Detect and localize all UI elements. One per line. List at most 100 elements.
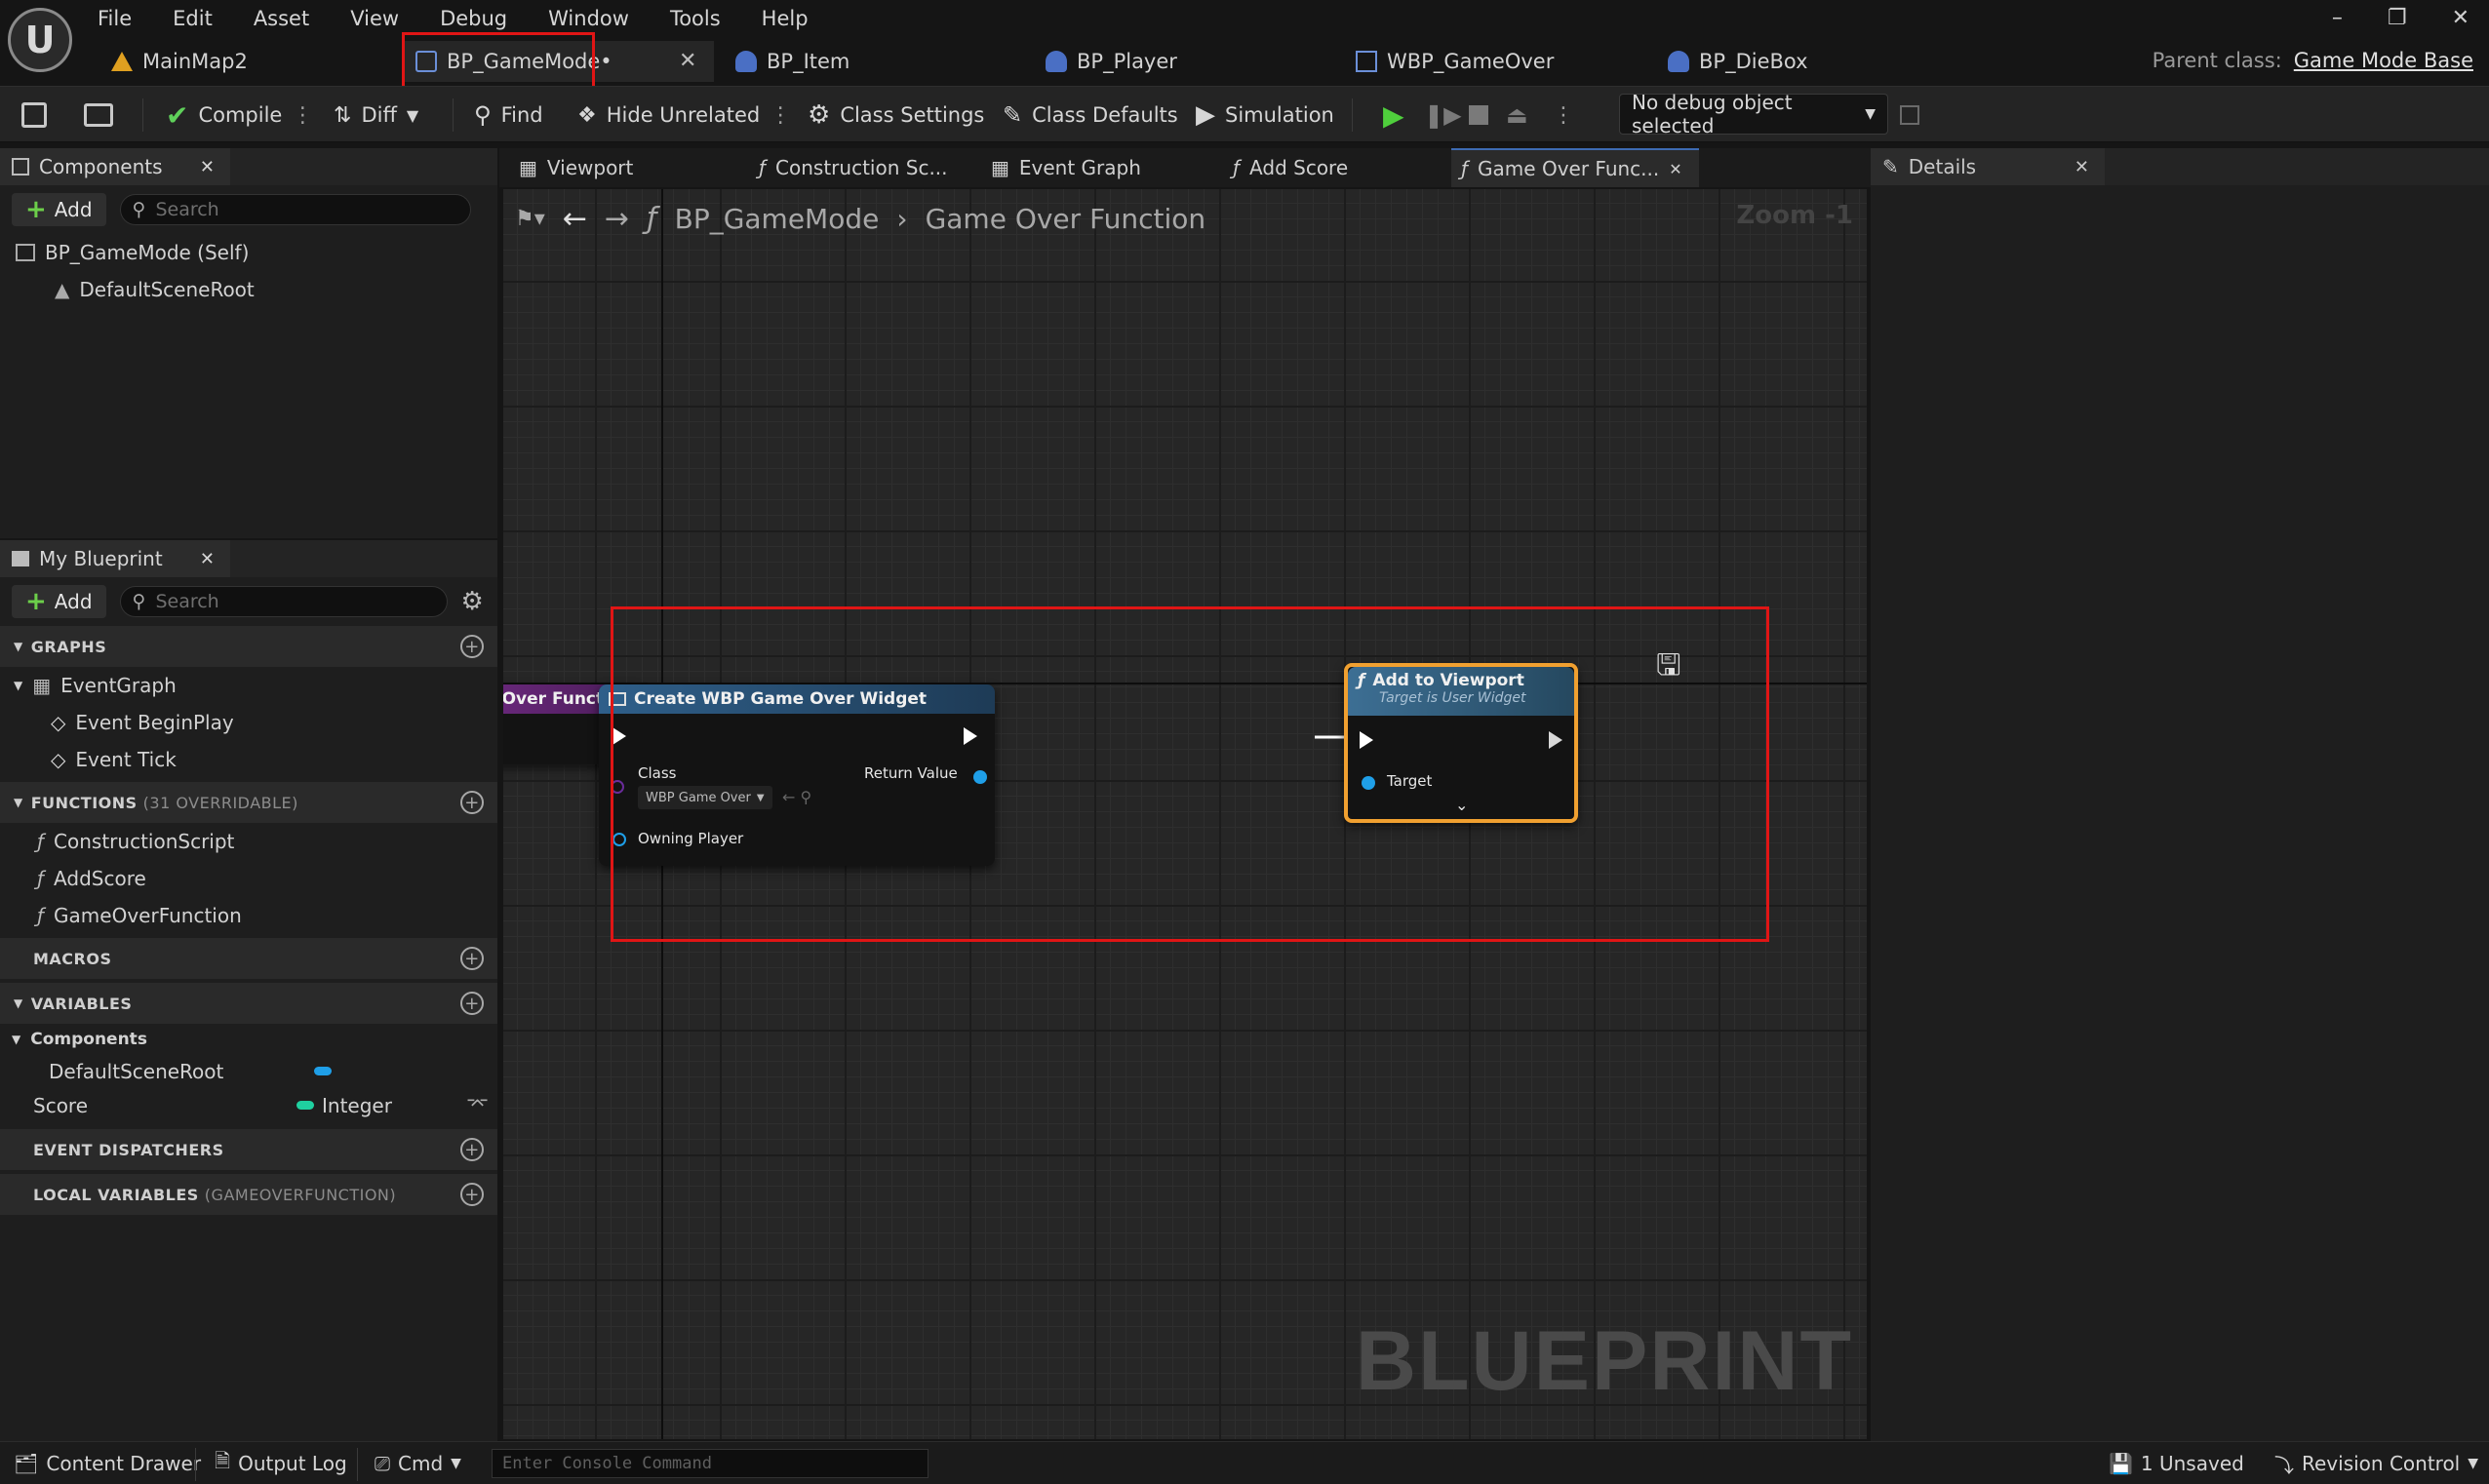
eject-button[interactable]: ⏏ [1506,87,1528,143]
local-variables-section-header[interactable]: LOCAL VARIABLES (GAMEOVERFUNCTION) + [0,1174,497,1215]
component-item-root[interactable]: ▲ DefaultSceneRoot [0,271,497,308]
menu-window[interactable]: Window [548,3,629,30]
restore-icon[interactable]: ❐ [2388,6,2407,30]
visibility-eye-icon[interactable]: ⌤ [466,1092,489,1115]
component-item-self[interactable]: BP_GameMode (Self) [0,234,497,271]
chevron-down-icon: ▼ [2468,1456,2479,1471]
gear-icon: ⚙ [808,100,831,130]
menu-tools[interactable]: Tools [670,3,721,30]
tab-game-over-function[interactable]: ƒ Game Over Func... ✕ [1451,148,1699,187]
variable-group-components[interactable]: ▼ Components [0,1024,497,1055]
variable-name: DefaultSceneRoot [49,1060,224,1083]
console-command-input[interactable]: Enter Console Command [492,1449,928,1478]
content-drawer-button[interactable]: 🗂 Content Drawer [14,1442,201,1484]
debug-filter-button[interactable] [1900,87,1919,143]
variables-section-header[interactable]: ▼ VARIABLES + [0,983,497,1024]
add-dispatcher-icon[interactable]: + [460,1138,484,1161]
content-drawer-label: Content Drawer [46,1452,202,1475]
cmd-select[interactable]: ⎚ Cmd ▼ [375,1442,461,1484]
menu-view[interactable]: View [350,3,399,30]
class-defaults-button[interactable]: ✎ Class Defaults [1003,87,1178,143]
add-member-button[interactable]: + Add [12,585,106,618]
frame-skip-button[interactable]: ❚▶ [1424,87,1462,143]
diff-button[interactable]: ⇅ Diff ▼ [334,87,418,143]
function-icon: ƒ [1233,156,1241,179]
close-icon[interactable]: ✕ [2074,157,2089,177]
browse-button[interactable] [84,87,113,143]
close-icon[interactable]: ✕ [200,549,215,569]
component-label: BP_GameMode (Self) [45,241,250,264]
section-title: VARIABLES [30,994,133,1013]
components-tab[interactable]: Components ✕ [0,148,230,185]
function-item-gameover[interactable]: ƒ GameOverFunction [0,897,497,934]
menu-help[interactable]: Help [762,3,809,30]
section-title: LOCAL VARIABLES [33,1185,199,1204]
class-settings-button[interactable]: ⚙ Class Settings [808,87,984,143]
find-button[interactable]: ⚲ Find [474,87,543,143]
doc-tab-mainmap2[interactable]: MainMap2 [99,41,256,82]
simulation-button[interactable]: ▶ Simulation [1196,87,1334,143]
my-blueprint-tab[interactable]: My Blueprint ✕ [0,540,230,577]
play-options-button[interactable]: ⋮ [1553,87,1574,143]
play-button[interactable]: ▶ [1383,87,1404,143]
function-label: GameOverFunction [54,904,242,927]
menu-edit[interactable]: Edit [173,3,213,30]
function-item-addscore[interactable]: ƒ AddScore [0,860,497,897]
details-tab[interactable]: ✎ Details ✕ [1871,148,2105,185]
add-local-variable-icon[interactable]: + [460,1183,484,1206]
doc-tab-bp-player[interactable]: BP_Player [1034,41,1326,82]
my-blueprint-search-input[interactable]: ⚲ Search [119,586,448,617]
debug-object-select[interactable]: No debug object selected ▼ [1619,91,1888,137]
close-icon[interactable]: ✕ [1669,160,1681,178]
macros-section-header[interactable]: MACROS + [0,938,497,979]
add-component-button[interactable]: + Add [12,193,106,226]
variable-item-score[interactable]: Score Integer ⌤ [0,1088,497,1123]
unreal-logo-icon[interactable]: U [8,8,72,72]
output-log-button[interactable]: 🗎 Output Log [215,1442,347,1484]
menu-file[interactable]: File [98,3,132,30]
save-button[interactable] [21,87,47,143]
doc-tab-bp-diebox[interactable]: BP_DieBox [1656,41,1949,82]
minimize-icon[interactable]: – [2332,6,2343,30]
graph-item-tick[interactable]: ◇ Event Tick [0,741,497,778]
object-type-pill-icon [314,1067,332,1075]
graph-canvas[interactable]: ⚑▾ ← → ƒ BP_GameMode › Game Over Functio… [503,189,1867,1439]
hide-unrelated-button[interactable]: ❖ Hide Unrelated ⋮ [577,87,791,143]
add-function-icon[interactable]: + [460,791,484,814]
add-graph-icon[interactable]: + [460,635,484,658]
add-variable-icon[interactable]: + [460,992,484,1015]
hide-options-icon[interactable]: ⋮ [770,103,791,128]
tab-viewport[interactable]: ▦ Viewport [509,148,733,187]
variable-item-defaultsceneroot[interactable]: DefaultSceneRoot [0,1055,497,1088]
settings-gear-icon[interactable]: ⚙ [461,587,484,616]
tab-event-graph[interactable]: ▦ Event Graph [981,148,1205,187]
add-macro-icon[interactable]: + [460,947,484,970]
close-tab-icon[interactable]: ✕ [679,49,696,73]
unsaved-button[interactable]: 💾 1 Unsaved [2109,1442,2244,1484]
doc-tab-wbp-gameover[interactable]: WBP_GameOver [1344,41,1637,82]
compile-options-icon[interactable]: ⋮ [292,103,313,128]
tab-construction-script[interactable]: ƒ Construction Sc... [749,148,973,187]
toolbar-divider [142,98,143,132]
stop-button[interactable] [1469,87,1488,143]
my-blueprint-panel: My Blueprint ✕ + Add ⚲ Search ⚙ ▼ GRAPHS… [0,540,497,1441]
close-window-icon[interactable]: ✕ [2452,6,2469,30]
graph-item-eventgraph[interactable]: ▼ ▦ EventGraph [0,667,497,704]
tab-label: Add Score [1249,156,1349,179]
doc-tab-bp-item[interactable]: BP_Item [724,41,1016,82]
functions-section-header[interactable]: ▼ FUNCTIONS (31 OVERRIDABLE) + [0,782,497,823]
graphs-section-header[interactable]: ▼ GRAPHS + [0,626,497,667]
function-item-construction[interactable]: ƒ ConstructionScript [0,823,497,860]
menu-debug[interactable]: Debug [440,3,507,30]
dispatchers-section-header[interactable]: EVENT DISPATCHERS + [0,1129,497,1170]
compile-button[interactable]: ✔ Compile ⋮ [166,87,313,143]
tab-add-score[interactable]: ƒ Add Score [1223,148,1447,187]
close-icon[interactable]: ✕ [200,157,215,177]
revision-control-button[interactable]: ⤵ Revision Control ▼ [2274,1442,2478,1484]
status-bar: 🗂 Content Drawer 🗎 Output Log ⎚ Cmd ▼ 💾 … [0,1441,2489,1484]
parent-class-link[interactable]: Game Mode Base [2294,49,2473,72]
graph-item-beginplay[interactable]: ◇ Event BeginPlay [0,704,497,741]
components-search-input[interactable]: ⚲ Search [119,194,471,225]
menu-asset[interactable]: Asset [254,3,309,30]
components-panel: Components ✕ + Add ⚲ Search BP_GameMode … [0,148,497,538]
